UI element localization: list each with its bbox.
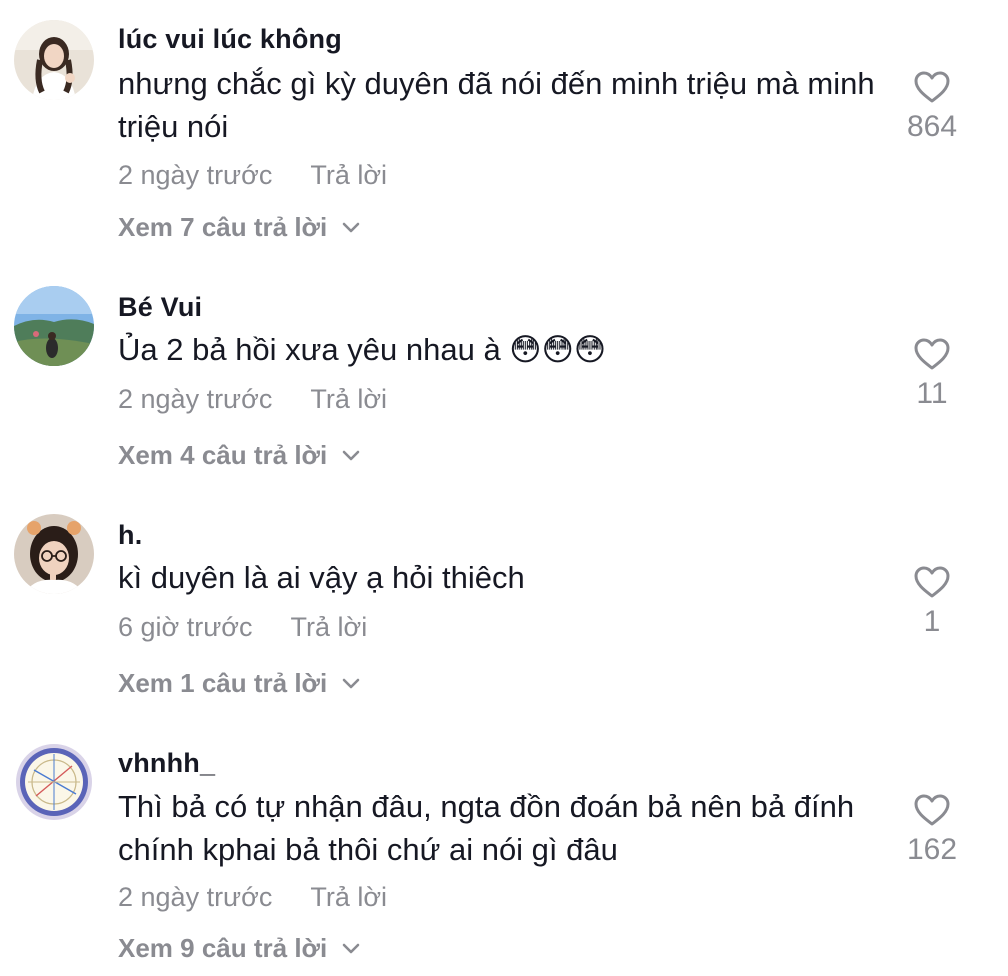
avatar-image	[14, 286, 94, 366]
heart-outline-icon	[914, 338, 950, 370]
avatar-image	[14, 742, 94, 822]
like-button[interactable]: 1	[902, 565, 962, 639]
username[interactable]: vhnhh_	[118, 748, 215, 779]
avatar[interactable]	[14, 742, 94, 822]
view-replies-button[interactable]: Xem 7 câu trả lời	[118, 212, 361, 243]
like-count: 162	[906, 833, 958, 866]
comment-text: nhưng chắc gì kỳ duyên đã nói đến minh t…	[118, 66, 875, 144]
comment-text: Thì bả có tự nhận đâu, ngta đồn đoán bả …	[118, 789, 855, 867]
timestamp: 2 ngày trước	[118, 882, 273, 912]
like-count: 1	[923, 605, 941, 638]
like-count: 864	[906, 110, 958, 143]
comment-meta: 6 giờ trước Trả lời	[118, 612, 367, 643]
comment-meta: 2 ngày trước Trả lời	[118, 384, 387, 415]
username[interactable]: h.	[118, 520, 142, 551]
avatar-image	[14, 514, 94, 594]
heart-outline-icon	[914, 794, 950, 826]
comment-text: kì duyên là ai vậy ạ hỏi thiêch	[118, 560, 525, 595]
view-replies-button[interactable]: Xem 9 câu trả lời	[118, 933, 361, 964]
chevron-down-icon	[342, 678, 360, 688]
view-replies-button[interactable]: Xem 1 câu trả lời	[118, 668, 361, 699]
username[interactable]: Bé Vui	[118, 292, 202, 323]
timestamp: 6 giờ trước	[118, 612, 253, 642]
comment-meta: 2 ngày trước Trả lời	[118, 882, 387, 913]
reply-button[interactable]: Trả lời	[310, 384, 387, 414]
view-replies-label: Xem 4 câu trả lời	[118, 440, 328, 470]
view-replies-label: Xem 1 câu trả lời	[118, 668, 328, 698]
avatar[interactable]	[14, 286, 94, 366]
view-replies-label: Xem 7 câu trả lời	[118, 212, 328, 242]
username[interactable]: lúc vui lúc không	[118, 24, 342, 55]
reply-button[interactable]: Trả lời	[291, 612, 368, 642]
like-count: 11	[916, 377, 948, 410]
reply-button[interactable]: Trả lời	[310, 882, 387, 912]
view-replies-label: Xem 9 câu trả lời	[118, 933, 328, 963]
timestamp: 2 ngày trước	[118, 160, 273, 190]
avatar[interactable]	[14, 514, 94, 594]
comment-text: Ủa 2 bả hồi xưa yêu nhau à 😳😳😳	[118, 332, 607, 367]
heart-outline-icon	[914, 566, 950, 598]
avatar-image	[14, 20, 94, 100]
reply-button[interactable]: Trả lời	[310, 160, 387, 190]
like-button[interactable]: 11	[902, 337, 962, 411]
comment-meta: 2 ngày trước Trả lời	[118, 160, 387, 191]
chevron-down-icon	[342, 222, 360, 232]
like-button[interactable]: 864	[902, 70, 962, 144]
view-replies-button[interactable]: Xem 4 câu trả lời	[118, 440, 361, 471]
like-button[interactable]: 162	[902, 793, 962, 867]
chevron-down-icon	[342, 943, 360, 953]
heart-outline-icon	[914, 71, 950, 103]
avatar[interactable]	[14, 20, 94, 100]
chevron-down-icon	[342, 450, 360, 460]
timestamp: 2 ngày trước	[118, 384, 273, 414]
